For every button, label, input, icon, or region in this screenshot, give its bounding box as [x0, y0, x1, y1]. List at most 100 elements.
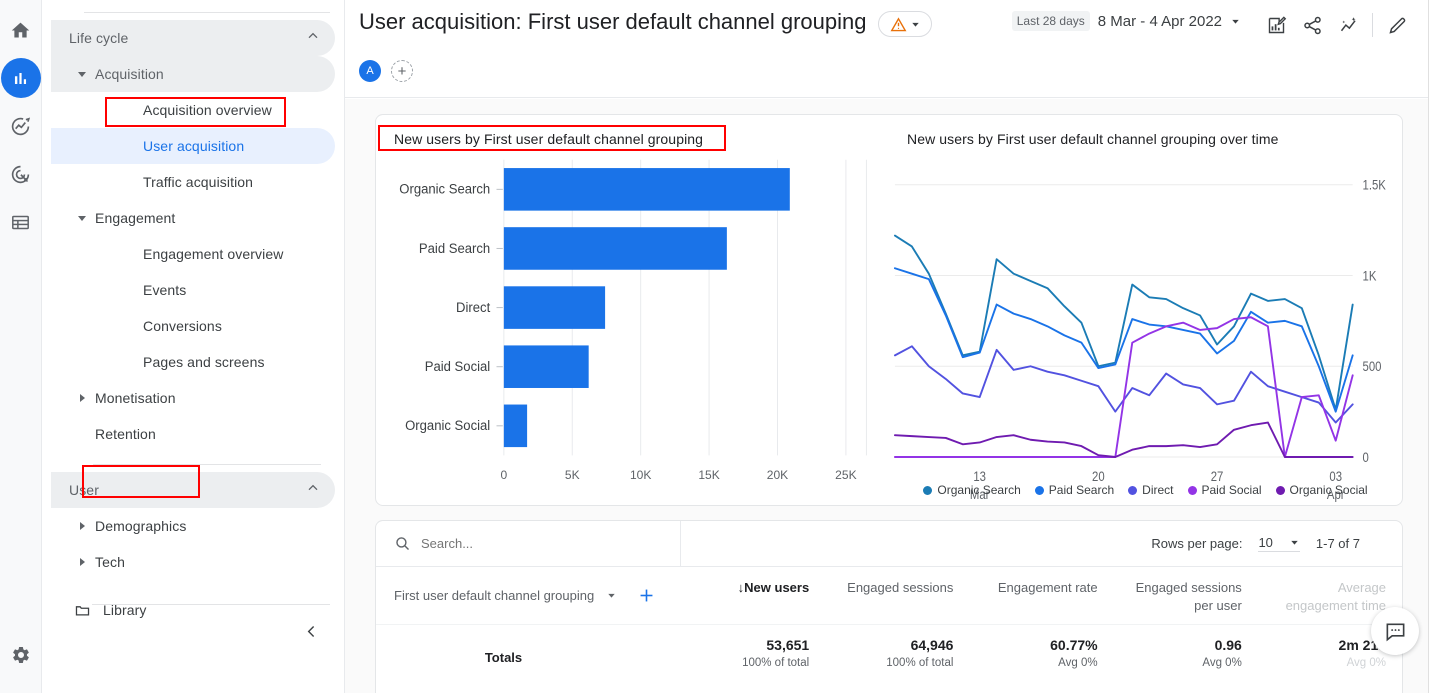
navigation-sidebar: Life cycle Acquisition Acquisition overv… — [42, 0, 345, 693]
sidebar-item-label: Retention — [95, 426, 156, 442]
bar-x-tick-label: 0 — [500, 468, 507, 482]
dimension-selector[interactable]: First user default channel grouping — [394, 588, 594, 603]
chevron-down-icon — [1232, 19, 1239, 24]
totals-cell-engaged-sessions-per-user: 0.96 Avg 0% — [1114, 625, 1258, 689]
sidebar-item-library[interactable]: Library — [51, 592, 335, 628]
data-warning-button[interactable] — [878, 11, 932, 37]
sidebar-item-demographics[interactable]: Demographics — [51, 508, 335, 544]
chevron-up-icon — [305, 480, 321, 501]
line-series-paid-search — [895, 268, 1353, 411]
reports-icon[interactable] — [0, 58, 41, 98]
date-range-selector[interactable]: Last 28 days 8 Mar - 4 Apr 2022 — [1011, 11, 1241, 31]
feedback-icon — [1386, 622, 1404, 641]
sidebar-item-pages-and-screens[interactable]: Pages and screens — [51, 344, 335, 380]
legend-item-organic-social[interactable]: Organic Social — [1275, 483, 1368, 497]
insights-icon[interactable] — [1330, 10, 1366, 40]
cell-value: 2m 21s — [1338, 637, 1387, 653]
sidebar-item-monetisation[interactable]: Monetisation — [51, 380, 335, 416]
caret-right-icon — [69, 394, 95, 402]
line-y-tick-label: 1.5K — [1363, 178, 1387, 193]
page-title: User acquisition: First user default cha… — [359, 9, 867, 34]
search-icon — [396, 537, 410, 551]
date-preset-chip: Last 28 days — [1011, 11, 1090, 31]
share-icon[interactable] — [1294, 10, 1330, 40]
column-header-engaged-sessions-per-user[interactable]: Engaged sessions per user — [1114, 567, 1258, 624]
totals-cell-engagement-rate: 60.77% Avg 0% — [969, 625, 1113, 689]
legend-item-organic-search[interactable]: Organic Search — [923, 483, 1021, 497]
customise-report-icon[interactable] — [1258, 10, 1294, 40]
pagination-range: 1-7 of 7 — [1315, 536, 1360, 551]
legend-item-direct[interactable]: Direct — [1128, 483, 1174, 497]
sidebar-item-label: Engagement overview — [143, 246, 284, 262]
collapse-nav-icon[interactable] — [303, 623, 320, 645]
comparison-chip-a[interactable]: A — [359, 60, 381, 82]
line-series-organic-search — [895, 236, 1353, 410]
feedback-button[interactable] — [1371, 607, 1419, 655]
sidebar-item-acquisition-overview[interactable]: Acquisition overview — [51, 92, 335, 128]
sidebar-item-events[interactable]: Events — [51, 272, 335, 308]
legend-label: Paid Social — [1201, 483, 1262, 497]
sidebar-item-conversions[interactable]: Conversions — [51, 308, 335, 344]
legend-item-paid-social[interactable]: Paid Social — [1187, 483, 1262, 497]
rows-per-page-select[interactable]: 10 — [1258, 535, 1300, 552]
cell-subvalue: Avg 0% — [1346, 657, 1387, 669]
column-label-line1: Engaged sessions — [1135, 580, 1242, 595]
gear-icon[interactable] — [0, 645, 42, 665]
totals-cell-engaged-sessions: 64,946 100% of total — [825, 625, 969, 689]
sidebar-item-tech[interactable]: Tech — [51, 544, 335, 580]
totals-metrics: 53,651 100% of total 64,946 100% of tota… — [681, 625, 1402, 689]
column-header-engagement-rate[interactable]: Engagement rate — [969, 567, 1113, 624]
nav-mid-divider — [93, 464, 321, 465]
line-chart-panel: New users by First user default channel … — [889, 115, 1402, 505]
legend-label: Paid Search — [1048, 483, 1115, 497]
legend-label: Organic Search — [937, 483, 1021, 497]
metric-headers: ↓New users Engaged sessions Engagement r… — [681, 567, 1402, 624]
sidebar-item-life-cycle[interactable]: Life cycle — [51, 20, 335, 56]
line-chart-legend: Organic Search Paid Search Direct Paid Soci… — [889, 483, 1402, 497]
advertising-icon[interactable] — [1, 154, 41, 194]
chevron-down-icon[interactable] — [606, 590, 617, 601]
line-series-paid-social — [895, 317, 1353, 457]
sidebar-item-label: Life cycle — [69, 30, 129, 46]
line-x-tick-day: 20 — [1092, 469, 1105, 484]
line-chart-svg: 05001K1.5K13Mar20 27 03Apr — [889, 178, 1387, 502]
column-label-line2: per user — [1194, 598, 1242, 614]
search-input[interactable] — [421, 536, 641, 551]
bar-category-label: Organic Search — [399, 181, 490, 196]
sidebar-item-label: Acquisition — [95, 66, 164, 82]
home-icon[interactable] — [1, 10, 41, 50]
header-actions — [1258, 10, 1415, 40]
main-area: User acquisition: First user default cha… — [345, 0, 1429, 693]
column-header-new-users[interactable]: ↓New users — [681, 567, 825, 624]
sidebar-item-user-acquisition[interactable]: User acquisition — [51, 128, 335, 164]
cell-value: 64,946 — [910, 637, 954, 653]
totals-cell-new-users: 53,651 100% of total — [681, 625, 825, 689]
explore-icon[interactable] — [1, 106, 41, 146]
sidebar-item-label: Monetisation — [95, 390, 176, 406]
sidebar-item-engagement[interactable]: Engagement — [51, 200, 335, 236]
sidebar-item-engagement-overview[interactable]: Engagement overview — [51, 236, 335, 272]
sidebar-item-label: Tech — [95, 554, 125, 570]
page-header: User acquisition: First user default cha… — [345, 0, 1429, 98]
legend-item-paid-search[interactable]: Paid Search — [1034, 483, 1115, 497]
table-toolbar: Rows per page: 10 1-7 of 7 — [376, 520, 1402, 567]
sidebar-item-traffic-acquisition[interactable]: Traffic acquisition — [51, 164, 335, 200]
sidebar-item-user[interactable]: User — [51, 472, 335, 508]
chevron-up-icon — [305, 28, 321, 49]
add-comparison-button[interactable]: + — [391, 60, 413, 82]
edit-icon[interactable] — [1379, 10, 1415, 40]
cell-value: 0.96 — [1214, 637, 1242, 653]
caret-right-icon — [69, 558, 95, 566]
column-header-engaged-sessions[interactable]: Engaged sessions — [825, 567, 969, 624]
bar-chart-svg: Organic Search Paid Search Direct Paid Soci… — [399, 149, 879, 482]
sidebar-item-retention[interactable]: Retention — [51, 416, 335, 452]
configure-icon[interactable] — [1, 202, 41, 242]
legend-color-dot — [1275, 485, 1285, 495]
header-divider — [1372, 13, 1373, 37]
line-x-tick-day: 03 — [1329, 469, 1342, 484]
sidebar-item-acquisition[interactable]: Acquisition — [51, 56, 335, 92]
comparison-chips: A + — [359, 60, 413, 82]
dimension-header: First user default channel grouping — [376, 567, 681, 624]
column-label-line2: engagement time — [1285, 598, 1387, 614]
add-dimension-icon[interactable] — [637, 586, 656, 605]
